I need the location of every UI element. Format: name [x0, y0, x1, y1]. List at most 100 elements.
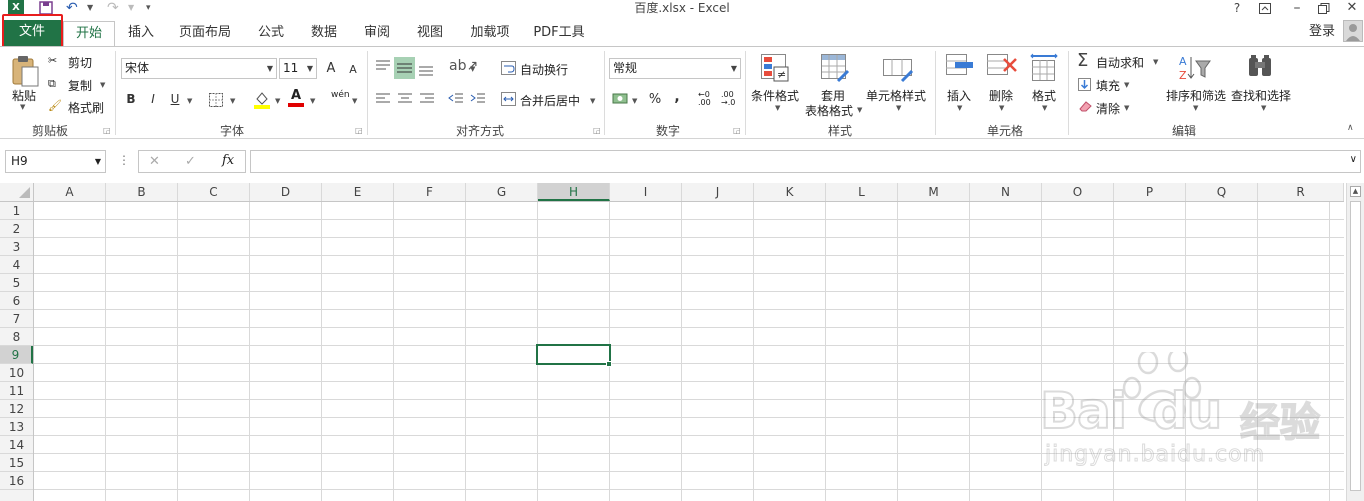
paste-icon[interactable]: [10, 55, 40, 90]
fill-button[interactable]: 填充: [1096, 77, 1120, 94]
fill-icon[interactable]: [1077, 77, 1092, 95]
phonetic-dropdown-icon[interactable]: ▼: [352, 97, 357, 105]
increase-decimal-icon[interactable]: ←0.00: [698, 91, 711, 107]
row-header-7[interactable]: 7: [0, 310, 33, 328]
row-header-10[interactable]: 10: [0, 364, 33, 382]
find-select-dropdown-icon[interactable]: ▼: [1261, 104, 1266, 112]
active-cell[interactable]: [536, 344, 611, 365]
find-select-icon[interactable]: [1246, 54, 1276, 83]
row-header-4[interactable]: 4: [0, 256, 33, 274]
cell-styles-button[interactable]: 单元格样式: [866, 87, 926, 104]
paste-button[interactable]: 粘贴: [12, 87, 36, 104]
tab-page-layout[interactable]: 页面布局: [170, 21, 240, 46]
borders-icon[interactable]: [208, 92, 224, 111]
column-header-n[interactable]: N: [970, 183, 1042, 201]
column-header-f[interactable]: F: [394, 183, 466, 201]
font-color-icon[interactable]: A: [287, 88, 305, 108]
fill-color-dropdown-icon[interactable]: ▼: [275, 97, 280, 105]
column-header-k[interactable]: K: [754, 183, 826, 201]
tab-addins[interactable]: 加载项: [462, 21, 518, 46]
accounting-dropdown-icon[interactable]: ▼: [632, 97, 637, 105]
borders-dropdown-icon[interactable]: ▼: [230, 97, 235, 105]
fill-handle[interactable]: [606, 361, 612, 367]
sort-filter-icon[interactable]: AZ: [1178, 53, 1212, 86]
column-header-c[interactable]: C: [178, 183, 250, 201]
sort-filter-dropdown-icon[interactable]: ▼: [1193, 104, 1198, 112]
delete-cells-icon[interactable]: [986, 53, 1018, 86]
delete-dropdown-icon[interactable]: ▼: [999, 104, 1004, 112]
clear-dropdown-icon[interactable]: ▼: [1124, 104, 1129, 112]
find-select-button[interactable]: 查找和选择: [1231, 87, 1291, 104]
column-header-h[interactable]: H: [538, 183, 610, 201]
autosum-button[interactable]: 自动求和: [1096, 54, 1144, 71]
decrease-indent-icon[interactable]: [447, 91, 465, 110]
autosum-dropdown-icon[interactable]: ▼: [1153, 58, 1158, 66]
column-header-m[interactable]: M: [898, 183, 970, 201]
conditional-dropdown-icon[interactable]: ▼: [775, 104, 780, 112]
tab-home[interactable]: 开始: [63, 21, 115, 46]
account-avatar[interactable]: [1343, 20, 1363, 42]
tab-insert[interactable]: 插入: [118, 21, 164, 46]
conditional-formatting-icon[interactable]: ≠: [760, 53, 790, 86]
copy-button[interactable]: 复制: [68, 77, 92, 94]
format-as-table-icon[interactable]: [820, 53, 850, 86]
row-header-14[interactable]: 14: [0, 436, 33, 454]
formula-input[interactable]: ∨: [250, 150, 1361, 173]
scroll-up-icon[interactable]: ▲: [1350, 186, 1361, 197]
align-left-icon[interactable]: [374, 91, 392, 110]
column-header-j[interactable]: J: [682, 183, 754, 201]
column-header-a[interactable]: A: [34, 183, 106, 201]
clipboard-launcher-icon[interactable]: ◲: [103, 126, 111, 135]
column-header-p[interactable]: P: [1114, 183, 1186, 201]
cancel-entry-icon[interactable]: ✕: [149, 154, 160, 169]
cut-icon[interactable]: ✂: [48, 54, 57, 67]
tab-formulas[interactable]: 公式: [246, 21, 296, 46]
format-cells-button[interactable]: 格式: [1032, 87, 1056, 104]
merge-center-button[interactable]: 合并后居中: [520, 92, 580, 109]
column-header-q[interactable]: Q: [1186, 183, 1258, 201]
font-launcher-icon[interactable]: ◲: [355, 126, 363, 135]
expand-formula-bar-icon[interactable]: ∨: [1350, 154, 1357, 165]
format-painter-button[interactable]: 格式刷: [68, 99, 104, 116]
underline-dropdown-icon[interactable]: ▼: [187, 97, 192, 105]
paste-dropdown-icon[interactable]: ▼: [20, 103, 25, 111]
row-header-3[interactable]: 3: [0, 238, 33, 256]
align-top-icon[interactable]: [374, 57, 392, 78]
font-size-combo[interactable]: 11 ▼: [279, 58, 317, 79]
cell-styles-dropdown-icon[interactable]: ▼: [896, 104, 901, 112]
column-header-e[interactable]: E: [322, 183, 394, 201]
row-header-5[interactable]: 5: [0, 274, 33, 292]
format-as-table-button[interactable]: 表格格式: [805, 102, 853, 119]
row-header-13[interactable]: 13: [0, 418, 33, 436]
tab-pdf-tools[interactable]: PDF工具: [526, 21, 592, 46]
fill-dropdown-icon[interactable]: ▼: [1124, 81, 1129, 89]
phonetic-guide-icon[interactable]: wén: [331, 90, 350, 100]
column-header-b[interactable]: B: [106, 183, 178, 201]
decrease-decimal-icon[interactable]: .00 →.0: [721, 91, 735, 107]
insert-function-button[interactable]: fx: [222, 153, 234, 168]
clear-button[interactable]: 清除: [1096, 100, 1120, 117]
wrap-text-button[interactable]: 自动换行: [520, 61, 568, 78]
number-format-combo[interactable]: 常规 ▼: [609, 58, 741, 79]
column-header-g[interactable]: G: [466, 183, 538, 201]
minimize-icon[interactable]: –: [1284, 0, 1310, 16]
insert-cells-button[interactable]: 插入: [947, 87, 971, 104]
ribbon-display-options-icon[interactable]: [1252, 0, 1278, 16]
clear-icon[interactable]: [1077, 99, 1093, 116]
wrap-text-icon[interactable]: [500, 60, 518, 79]
delete-cells-button[interactable]: 删除: [989, 87, 1013, 104]
select-all-button[interactable]: [0, 183, 34, 201]
font-name-combo[interactable]: 宋体 ▼: [121, 58, 277, 79]
collapse-ribbon-icon[interactable]: ∧: [1347, 123, 1354, 133]
shrink-font-button[interactable]: A: [344, 61, 362, 79]
autosum-icon[interactable]: Σ: [1077, 50, 1088, 71]
table-format-dropdown-icon[interactable]: ▼: [857, 106, 862, 114]
column-header-l[interactable]: L: [826, 183, 898, 201]
grow-font-button[interactable]: A: [322, 60, 340, 78]
row-header-2[interactable]: 2: [0, 220, 33, 238]
row-header-1[interactable]: 1: [0, 202, 33, 220]
insert-cells-icon[interactable]: [945, 53, 975, 86]
underline-button[interactable]: U: [166, 90, 184, 108]
name-box[interactable]: H9 ▼: [5, 150, 106, 173]
merge-center-icon[interactable]: [500, 91, 518, 110]
